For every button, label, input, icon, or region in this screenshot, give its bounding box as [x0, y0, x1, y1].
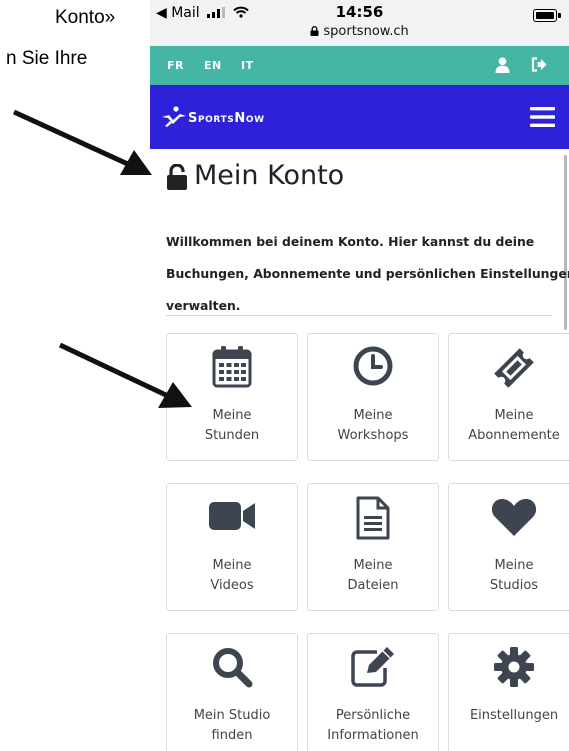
tile-persoenliche-informationen[interactable]: Persönliche Informationen: [307, 633, 439, 751]
tile-label-line: Informationen: [327, 728, 419, 743]
heart-icon: [491, 499, 537, 536]
battery-icon: [533, 9, 557, 22]
language-bar: FR EN IT: [150, 46, 569, 85]
edit-icon: [351, 647, 394, 687]
tile-label-line: Abonnemente: [468, 428, 560, 443]
tile-mein-studio-finden[interactable]: Mein Studio finden: [166, 633, 298, 751]
divider: [166, 315, 552, 316]
tile-label-line: Dateien: [347, 578, 399, 593]
scrollbar[interactable]: [564, 155, 567, 330]
tile-meine-stunden[interactable]: Meine Stunden: [166, 333, 298, 461]
status-bar: ◀ Mail 14:56 sportsnow.ch: [150, 0, 569, 46]
tile-label-line: Studios: [489, 578, 539, 593]
tile-label-line: Stunden: [204, 428, 260, 443]
tile-label-line: Videos: [210, 578, 254, 593]
logo-text[interactable]: SportsNow: [188, 111, 265, 126]
tile-label-line: Meine: [494, 408, 534, 423]
gear-icon: [494, 647, 534, 687]
tile-label: Meine Videos: [167, 556, 297, 596]
instruction-text: Konto» n Sie Ihre: [0, 0, 150, 751]
page-title: Mein Konto: [194, 160, 345, 191]
instruction-line-1: Konto»: [55, 7, 116, 28]
lang-en-link[interactable]: EN: [204, 59, 222, 72]
user-icon[interactable]: [495, 57, 510, 73]
tile-label: Meine Dateien: [308, 556, 438, 596]
clock-icon: [353, 346, 393, 386]
unlock-icon: [167, 164, 187, 190]
tile-label-line: Meine: [212, 558, 252, 573]
tile-meine-studios[interactable]: Meine Studios: [448, 483, 569, 611]
tile-label: Einstellungen: [449, 706, 569, 726]
clock-time: 14:56: [335, 3, 384, 21]
tile-meine-dateien[interactable]: Meine Dateien: [307, 483, 439, 611]
tile-label: Mein Studio finden: [167, 706, 297, 746]
hamburger-menu-icon[interactable]: [530, 107, 555, 127]
tile-label: Persönliche Informationen: [308, 706, 438, 746]
welcome-line: verwalten.: [166, 298, 241, 313]
tile-label-line: Workshops: [337, 428, 409, 443]
tile-label-line: Mein Studio: [193, 708, 271, 723]
welcome-line: Buchungen, Abonnemente und persönlichen …: [166, 266, 569, 281]
tile-label-line: Meine: [494, 558, 534, 573]
document-icon: [356, 496, 390, 540]
tile-einstellungen[interactable]: Einstellungen: [448, 633, 569, 751]
tile-meine-workshops[interactable]: Meine Workshops: [307, 333, 439, 461]
video-camera-icon: [209, 502, 255, 530]
phone-screen: ◀ Mail 14:56 sportsnow.ch FR EN IT Sport…: [150, 0, 569, 751]
tile-label-line: finden: [211, 728, 253, 743]
welcome-line: Willkommen bei deinem Konto. Hier kannst…: [166, 234, 535, 249]
tile-label: Meine Abonnemente: [449, 406, 569, 446]
url-bar[interactable]: sportsnow.ch: [150, 24, 569, 39]
logout-icon[interactable]: [531, 57, 547, 72]
tile-label: Meine Workshops: [308, 406, 438, 446]
tile-meine-videos[interactable]: Meine Videos: [166, 483, 298, 611]
tile-meine-abonnemente[interactable]: Meine Abonnemente: [448, 333, 569, 461]
account-content: Mein Konto Willkommen bei deinem Konto. …: [150, 149, 569, 751]
tile-label: Meine Studios: [449, 556, 569, 596]
lang-fr-link[interactable]: FR: [167, 59, 184, 72]
battery-tip: [558, 13, 561, 18]
tile-label: Meine Stunden: [167, 406, 297, 446]
tile-label-line: Meine: [353, 408, 393, 423]
tile-label-line: Meine: [212, 408, 252, 423]
lang-it-link[interactable]: IT: [241, 59, 254, 72]
tile-label-line: Meine: [353, 558, 393, 573]
tile-label-line: Persönliche: [335, 708, 411, 723]
ticket-icon: [494, 348, 534, 388]
instruction-line-2: n Sie Ihre: [6, 48, 88, 69]
welcome-text: Willkommen bei deinem Konto. Hier kannst…: [166, 226, 569, 322]
calendar-icon: [212, 346, 252, 388]
main-navbar: SportsNow: [150, 85, 569, 149]
lock-small-icon: [310, 26, 319, 36]
sportsnow-logo-icon[interactable]: [161, 106, 187, 128]
search-icon: [213, 648, 253, 688]
url-text: sportsnow.ch: [323, 24, 409, 39]
tile-label-line: Einstellungen: [469, 708, 559, 723]
